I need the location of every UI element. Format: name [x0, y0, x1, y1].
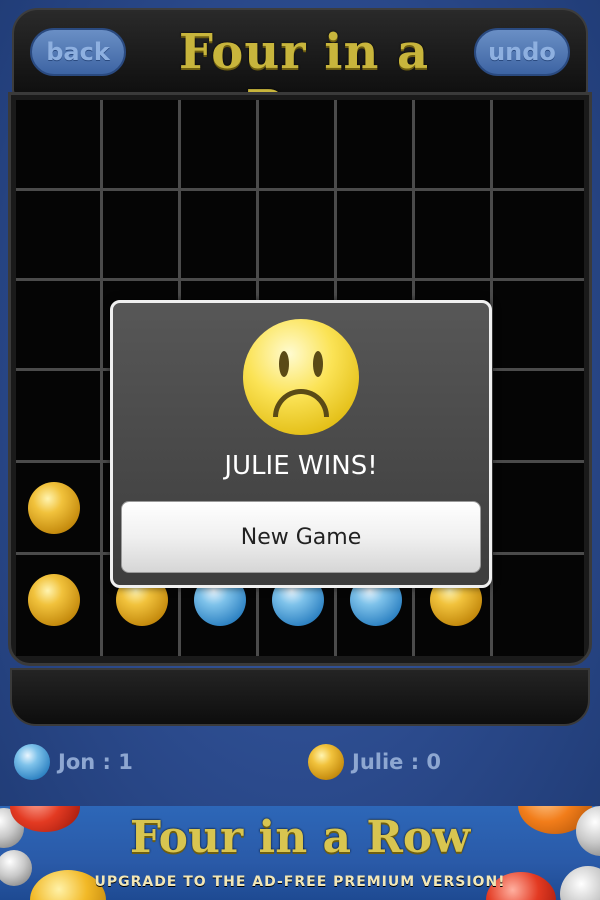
undo-button[interactable]: undo — [474, 28, 570, 76]
top-bar: back Four in a Row undo — [12, 8, 588, 136]
blue-disc-icon — [14, 744, 50, 780]
winner-message: JULIE WINS! — [224, 451, 378, 481]
game-over-dialog: JULIE WINS! New Game — [110, 300, 492, 588]
yellow-disc-icon — [308, 744, 344, 780]
upgrade-banner[interactable]: Four in a Row UPGRADE TO THE AD-FREE PRE… — [0, 806, 600, 900]
face-mouth — [273, 389, 329, 417]
board-tray — [10, 668, 590, 726]
yellow-disc — [28, 482, 80, 534]
score-label: Julie : 0 — [352, 750, 442, 774]
back-button[interactable]: back — [30, 28, 126, 76]
score-label: Jon : 1 — [58, 750, 133, 774]
new-game-button[interactable]: New Game — [121, 501, 481, 573]
grid-line — [16, 278, 584, 281]
score-jon: Jon : 1 — [14, 744, 133, 780]
yellow-disc — [28, 574, 80, 626]
grid-line — [100, 100, 103, 656]
banner-subtitle: UPGRADE TO THE AD-FREE PREMIUM VERSION! — [94, 874, 506, 890]
grid-line — [16, 188, 584, 191]
face-eye — [313, 351, 323, 377]
banner-title: Four in a Row — [129, 812, 471, 863]
sad-face-icon — [243, 319, 359, 435]
face-eye — [279, 351, 289, 377]
score-julie: Julie : 0 — [308, 744, 441, 780]
